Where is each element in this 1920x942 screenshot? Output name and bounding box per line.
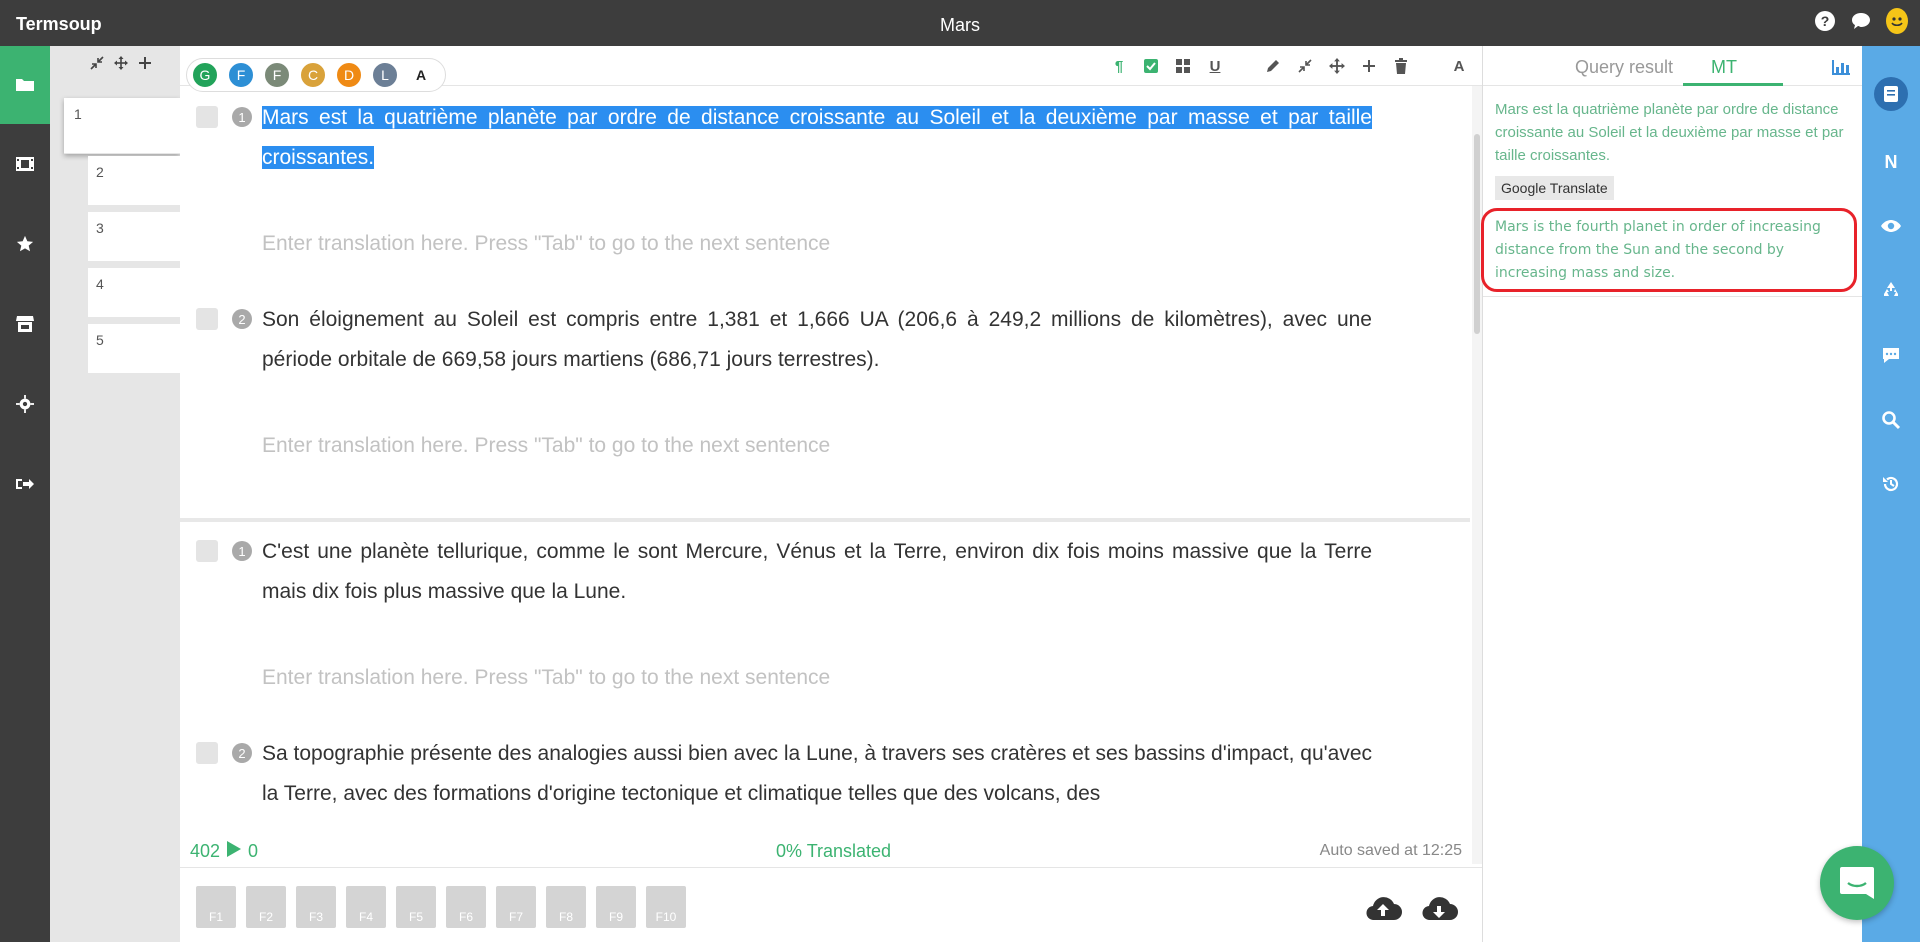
- segment-list-item-4[interactable]: 4: [88, 268, 180, 318]
- collaborator-avatar[interactable]: G: [191, 61, 219, 89]
- segment-checkbox[interactable]: [196, 308, 218, 330]
- segment-list-item-1[interactable]: 1: [64, 98, 180, 154]
- collaborator-avatar[interactable]: C: [299, 61, 327, 89]
- fkey-button[interactable]: F5: [396, 886, 436, 928]
- mt-source-text: Mars est la quatrième planète par ordre …: [1495, 101, 1844, 164]
- collaborator-avatar[interactable]: F: [263, 61, 291, 89]
- tab-query-result[interactable]: Query result: [1575, 57, 1673, 78]
- highlight-annotation: [1481, 208, 1857, 292]
- play-icon[interactable]: [226, 840, 242, 863]
- segment-checkbox[interactable]: [196, 540, 218, 562]
- n-label[interactable]: N: [1862, 142, 1920, 182]
- segment-row: 2 Sa topographie présente des analogies …: [180, 734, 1470, 834]
- status-bar: 402 0 0% Translated Auto saved at 12:25: [180, 834, 1482, 868]
- compress-icon[interactable]: [1296, 56, 1314, 76]
- autosave-status: Auto saved at 12:25: [1319, 842, 1462, 859]
- collaborator-avatar[interactable]: L: [371, 61, 399, 89]
- segment-number: 1: [232, 541, 252, 561]
- segment-checkbox[interactable]: [196, 106, 218, 128]
- editor-panel: ¶ U A G F F C D L A 1 Mars est la quatri…: [180, 46, 1482, 942]
- fkey-button[interactable]: F4: [346, 886, 386, 928]
- fkey-button[interactable]: F1: [196, 886, 236, 928]
- grid-icon[interactable]: [1174, 56, 1192, 76]
- fkey-button[interactable]: F6: [446, 886, 486, 928]
- chat-widget-button[interactable]: [1820, 846, 1894, 920]
- right-panel: Query result MT Mars est la quatrième pl…: [1481, 46, 1863, 942]
- word-count: 402: [190, 841, 221, 861]
- help-icon[interactable]: ?: [1814, 10, 1836, 32]
- chat-bubble-icon[interactable]: [1850, 10, 1872, 32]
- engine-label: Google Translate: [1495, 176, 1614, 200]
- translation-input[interactable]: Enter translation here. Press "Tab" to g…: [262, 232, 830, 256]
- source-sentence[interactable]: Mars est la quatrième planète par ordre …: [262, 98, 1372, 178]
- segment-number: 2: [232, 309, 252, 329]
- source-sentence[interactable]: Sa topographie présente des analogies au…: [262, 734, 1372, 814]
- collaborator-avatars: G F F C D L A: [186, 58, 446, 92]
- paragraph-icon[interactable]: ¶: [1110, 56, 1128, 76]
- eye-icon[interactable]: [1862, 206, 1920, 246]
- folder-icon[interactable]: [0, 46, 50, 124]
- segment-number: 1: [232, 107, 252, 127]
- store-icon[interactable]: [0, 284, 50, 364]
- selected-text[interactable]: Mars est la quatrième planète par ordre …: [262, 106, 1372, 169]
- history-icon[interactable]: [1862, 464, 1920, 504]
- progress-count: 0: [248, 841, 259, 861]
- notes-icon[interactable]: [1862, 74, 1920, 114]
- cloud-upload-icon[interactable]: [1364, 894, 1402, 924]
- scrollbar-thumb[interactable]: [1474, 134, 1480, 334]
- cloud-download-icon[interactable]: [1420, 894, 1458, 924]
- add-icon[interactable]: [1360, 56, 1378, 76]
- smiley-avatar-icon[interactable]: [1886, 8, 1908, 34]
- right-rail: N: [1862, 46, 1920, 942]
- star-icon[interactable]: [0, 204, 50, 284]
- function-keys: F1 F2 F3 F4 F5 F6 F7 F8 F9 F10: [196, 886, 686, 928]
- fkey-button[interactable]: F7: [496, 886, 536, 928]
- add-icon[interactable]: [138, 56, 152, 75]
- logout-icon[interactable]: [0, 444, 50, 524]
- segment-list-panel: 1 2 3 4 5: [50, 46, 180, 942]
- underline-icon[interactable]: U: [1206, 56, 1224, 76]
- source-sentence[interactable]: C'est une planète tellurique, comme le s…: [262, 532, 1372, 612]
- collaborator-avatar[interactable]: D: [335, 61, 363, 89]
- fkey-button[interactable]: F2: [246, 886, 286, 928]
- move-icon[interactable]: [1328, 56, 1346, 76]
- left-nav: [0, 46, 50, 942]
- collaborator-avatar[interactable]: A: [407, 61, 435, 89]
- fkey-button[interactable]: F9: [596, 886, 636, 928]
- comment-icon[interactable]: [1862, 336, 1920, 376]
- font-icon[interactable]: A: [1450, 56, 1468, 76]
- search-icon[interactable]: [1862, 400, 1920, 440]
- paragraph-divider: [180, 518, 1470, 522]
- gear-icon[interactable]: [0, 364, 50, 444]
- segment-list-item-5[interactable]: 5: [88, 324, 180, 374]
- collapse-icon[interactable]: [90, 56, 104, 75]
- trash-icon[interactable]: [1392, 56, 1410, 76]
- translation-input[interactable]: Enter translation here. Press "Tab" to g…: [262, 434, 830, 458]
- fkey-button[interactable]: F10: [646, 886, 686, 928]
- confirm-checkbox-icon[interactable]: [1142, 56, 1160, 76]
- editor-scrollbar[interactable]: [1472, 86, 1482, 864]
- top-bar: Termsoup Mars ?: [0, 0, 1920, 46]
- collaborator-avatar[interactable]: F: [227, 61, 255, 89]
- segment-list-item-2[interactable]: 2: [88, 156, 180, 206]
- segment-number: 2: [232, 743, 252, 763]
- segment-list-item-3[interactable]: 3: [88, 212, 180, 262]
- active-tab-indicator: [1683, 83, 1783, 86]
- document-title: Mars: [940, 15, 980, 35]
- bar-chart-icon[interactable]: [1831, 58, 1851, 81]
- source-sentence[interactable]: Son éloignement au Soleil est compris en…: [262, 300, 1372, 380]
- pencil-icon[interactable]: [1264, 56, 1282, 76]
- segment-checkbox[interactable]: [196, 742, 218, 764]
- translated-percent: 0% Translated: [776, 841, 892, 861]
- fkey-button[interactable]: F3: [296, 886, 336, 928]
- translation-input[interactable]: Enter translation here. Press "Tab" to g…: [262, 666, 830, 690]
- tab-mt[interactable]: MT: [1711, 57, 1737, 78]
- film-icon[interactable]: [0, 124, 50, 204]
- move-icon[interactable]: [114, 56, 128, 75]
- recycle-icon[interactable]: [1862, 270, 1920, 310]
- divider: [1483, 296, 1863, 297]
- fkey-button[interactable]: F8: [546, 886, 586, 928]
